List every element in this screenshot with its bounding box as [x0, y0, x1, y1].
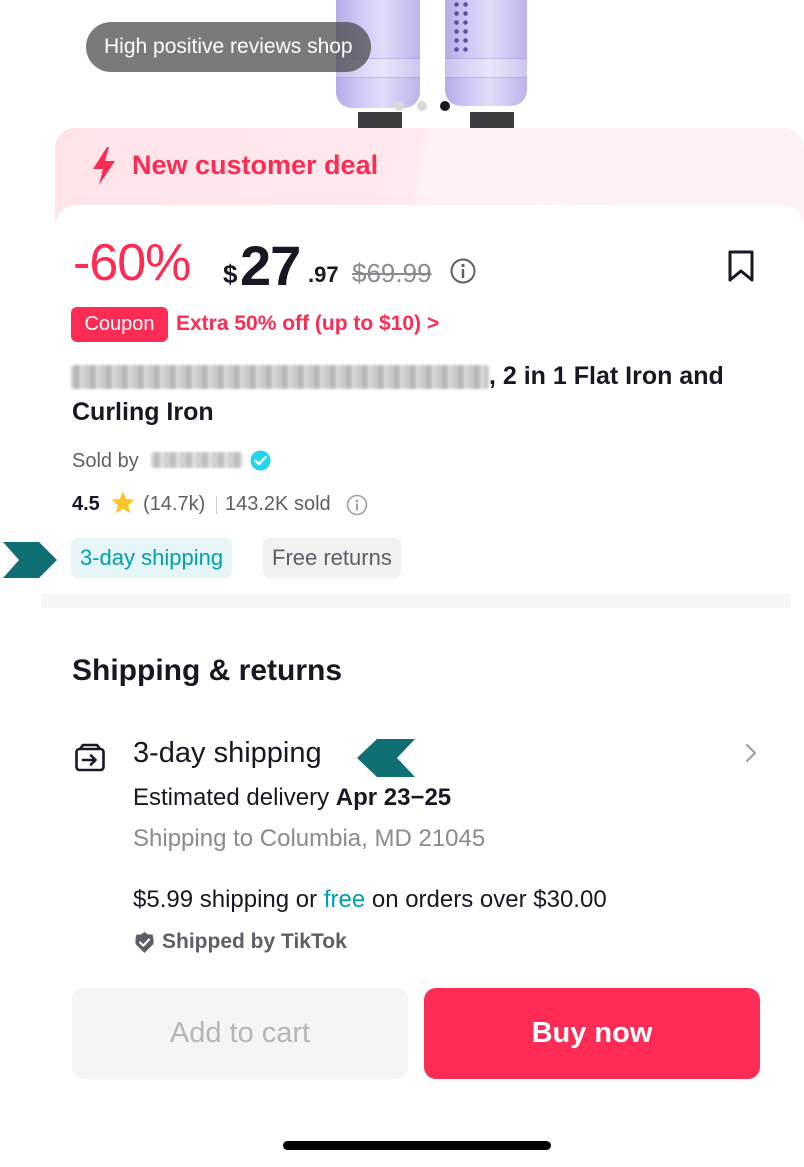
annotation-arrow-icon — [357, 739, 415, 777]
bookmark-icon[interactable] — [726, 249, 756, 283]
chevron-right-icon[interactable] — [744, 742, 758, 764]
price-currency: $ — [223, 259, 238, 289]
estimated-delivery-label: Estimated delivery — [133, 784, 330, 811]
price-integer: 27 — [240, 234, 301, 297]
section-divider — [41, 594, 791, 608]
add-to-cart-button[interactable]: Add to cart — [72, 988, 408, 1079]
price-info-icon[interactable] — [449, 257, 477, 285]
product-image-carousel[interactable]: High positive reviews shop — [0, 0, 804, 135]
shipping-cost-info: $5.99 shipping or free on orders over $3… — [133, 886, 607, 914]
shipping-cost-prefix: $5.99 shipping or — [133, 886, 318, 913]
product-title-line2[interactable]: Curling Iron — [72, 398, 214, 427]
seller-name-redacted[interactable] — [151, 452, 243, 468]
high-reviews-badge[interactable]: High positive reviews shop — [86, 22, 371, 72]
rating-value: 4.5 — [72, 493, 100, 515]
free-shipping-label: free — [323, 886, 366, 913]
estimated-delivery-dates: Apr 23−25 — [335, 784, 452, 811]
sold-by-label: Sold by — [72, 450, 139, 472]
sold-count: 143.2K sold — [225, 493, 331, 515]
buy-now-button[interactable]: Buy now — [424, 988, 760, 1079]
shipping-destination: Shipping to Columbia, MD 21045 — [133, 825, 486, 852]
three-day-shipping-tag[interactable]: 3-day shipping — [71, 538, 233, 578]
carousel-dot-active[interactable] — [440, 101, 450, 111]
discount-percent: -60% — [73, 234, 191, 292]
shipping-method-title: 3-day shipping — [133, 737, 322, 769]
estimated-delivery: Estimated delivery Apr 23−25 — [133, 784, 451, 812]
star-icon — [111, 491, 135, 514]
shipping-box-icon — [75, 743, 105, 772]
product-title-redacted — [71, 365, 489, 389]
original-price: $69.99 — [352, 258, 432, 288]
deal-label: New customer deal — [132, 150, 379, 180]
shipping-cost-suffix: on orders over $30.00 — [371, 886, 607, 913]
review-count[interactable]: (14.7k) — [143, 493, 205, 516]
price-decimal: .97 — [308, 262, 339, 287]
product-title-line1[interactable]: , 2 in 1 Flat Iron and — [489, 362, 724, 391]
verified-badge-icon — [250, 450, 271, 471]
free-returns-tag[interactable]: Free returns — [263, 538, 401, 578]
carousel-indicator — [394, 101, 450, 111]
carousel-dot[interactable] — [394, 101, 404, 111]
vent-pattern — [452, 0, 470, 54]
divider — [216, 496, 217, 514]
shipped-by-tiktok: Shipped by TikTok — [162, 930, 347, 953]
home-indicator[interactable] — [283, 1141, 551, 1150]
shipping-returns-heading: Shipping & returns — [72, 654, 342, 687]
sold-info-icon[interactable] — [346, 494, 368, 516]
shield-check-icon — [135, 932, 154, 953]
annotation-arrow-icon — [3, 542, 57, 578]
lightning-icon — [93, 147, 115, 185]
carousel-dot[interactable] — [417, 101, 427, 111]
coupon-offer-link[interactable]: Extra 50% off (up to $10) > — [176, 312, 439, 336]
coupon-tag[interactable]: Coupon — [71, 307, 168, 342]
